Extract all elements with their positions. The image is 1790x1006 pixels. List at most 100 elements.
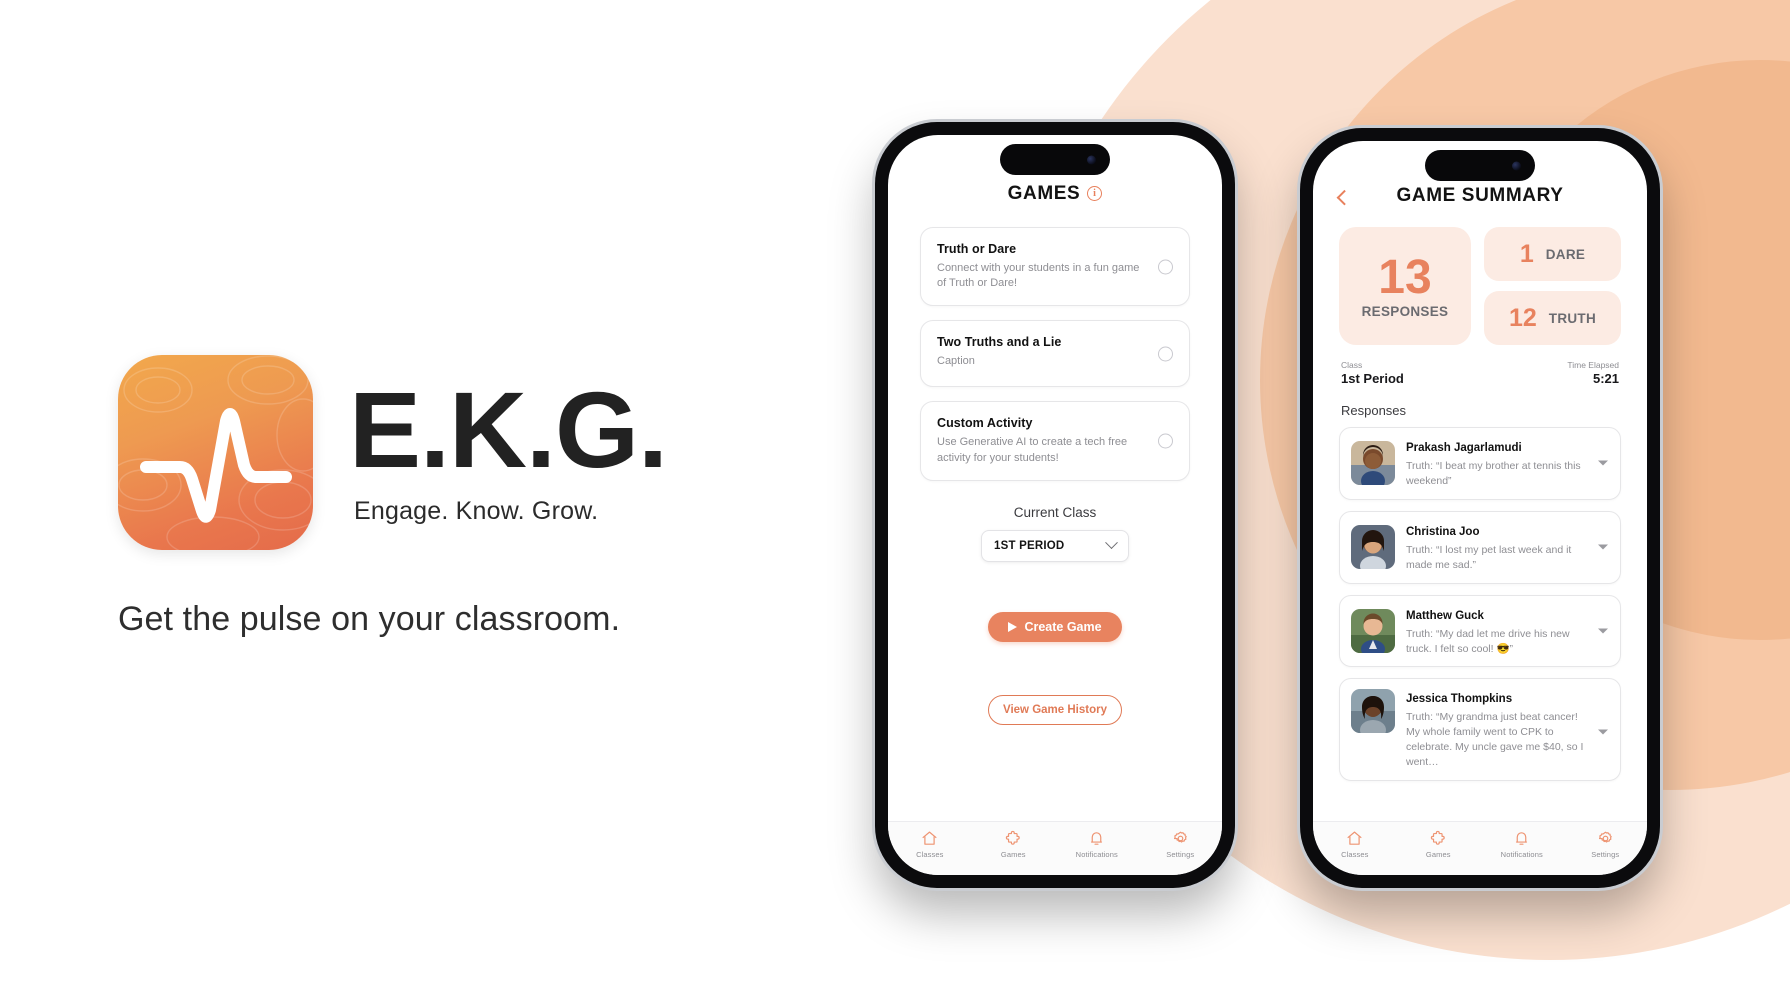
phone1-screen: GAMES i Truth or Dare Connect with your s… xyxy=(888,135,1222,875)
bell-icon xyxy=(1091,832,1103,845)
create-game-button[interactable]: Create Game xyxy=(988,611,1122,642)
view-game-history-button[interactable]: View Game History xyxy=(988,694,1122,725)
meta-class: Class 1st Period xyxy=(1341,360,1404,386)
student-photo xyxy=(1351,525,1395,570)
brand-title: E.K.G. xyxy=(349,368,668,490)
app-icon xyxy=(118,355,313,550)
meta-class-value: 1st Period xyxy=(1341,371,1404,386)
truth-label: TRUTH xyxy=(1548,310,1597,326)
game-title: Two Truths and a Lie xyxy=(937,335,1062,350)
dynamic-island xyxy=(1425,150,1535,181)
phone-mockup-games: GAMES i Truth or Dare Connect with your s… xyxy=(875,122,1235,888)
dare-label: DARE xyxy=(1545,246,1586,262)
game-card[interactable]: Custom Activity Use Generative AI to cre… xyxy=(920,401,1190,481)
tab-label: Settings xyxy=(1166,850,1195,859)
chevron-down-icon[interactable] xyxy=(1598,460,1608,466)
home-icon xyxy=(922,831,937,845)
game-card[interactable]: Truth or Dare Connect with your students… xyxy=(920,227,1190,307)
tab-label: Games xyxy=(1425,850,1451,859)
puzzle-icon xyxy=(1005,830,1020,845)
phone1-page-title: GAMES i xyxy=(888,183,1222,205)
summary-stats: 13 RESPONSES 1 DARE 12 TRUTH xyxy=(1313,227,1647,345)
phone2-tab-bar: Classes Games Notifications Settings xyxy=(1313,821,1647,875)
tab-label: Classes xyxy=(916,850,944,859)
student-photo xyxy=(1351,609,1395,654)
game-card[interactable]: Two Truths and a Lie Caption xyxy=(920,320,1190,388)
meta-time-key: Time Elapsed xyxy=(1567,360,1619,370)
tab-label: Settings xyxy=(1591,850,1620,859)
info-icon[interactable]: i xyxy=(1087,186,1103,202)
stat-dare: 1 DARE xyxy=(1484,227,1621,281)
response-name: Prakash Jagarlamudi xyxy=(1406,442,1522,454)
meta-time: Time Elapsed 5:21 xyxy=(1567,360,1619,386)
class-select-value: 1ST PERIOD xyxy=(994,539,1065,552)
responses-list: Prakash Jagarlamudi Truth: “I beat my br… xyxy=(1313,427,1647,782)
response-quote: Truth: “I beat my brother at tennis this… xyxy=(1406,460,1581,487)
avatar xyxy=(1351,689,1395,734)
tab-label: Notifications xyxy=(1500,850,1543,859)
stat-truth: 12 TRUTH xyxy=(1484,291,1621,345)
gear-icon xyxy=(1598,831,1612,843)
chevron-down-icon[interactable] xyxy=(1598,544,1608,550)
game-radio-button[interactable] xyxy=(1158,346,1173,362)
avatar xyxy=(1351,609,1395,654)
tab-classes[interactable]: Classes xyxy=(1313,830,1397,859)
games-list: Truth or Dare Connect with your students… xyxy=(888,227,1222,481)
game-title: Custom Activity xyxy=(937,416,1033,431)
meta-time-value: 5:21 xyxy=(1592,371,1619,386)
summary-meta: Class 1st Period Time Elapsed 5:21 xyxy=(1313,360,1647,386)
game-description: Use Generative AI to create a tech free … xyxy=(937,436,1128,464)
game-radio-button[interactable] xyxy=(1158,433,1173,449)
response-name: Matthew Guck xyxy=(1406,609,1484,622)
tab-label: Classes xyxy=(1341,850,1369,859)
phone-mockup-game-summary: GAME SUMMARY 13 RESPONSES 1 DARE 12 TRUT… xyxy=(1300,128,1660,888)
ekg-pulse-icon xyxy=(140,408,292,523)
response-quote: Truth: “My dad let me drive his new truc… xyxy=(1406,627,1570,655)
response-row[interactable]: Prakash Jagarlamudi Truth: “I beat my br… xyxy=(1339,427,1621,500)
student-photo xyxy=(1351,441,1395,486)
hero-block: E.K.G. Engage. Know. Grow. xyxy=(118,355,758,550)
brand-subtitle: Engage. Know. Grow. xyxy=(354,497,599,526)
response-quote: Truth: “My grandma just beat cancer! My … xyxy=(1406,711,1584,769)
view-game-history-label: View Game History xyxy=(1003,703,1107,716)
phone2-header: GAME SUMMARY xyxy=(1313,185,1647,207)
front-camera-icon xyxy=(1087,155,1096,164)
create-game-label: Create Game xyxy=(1024,619,1102,634)
class-select[interactable]: 1ST PERIOD xyxy=(981,529,1129,562)
tab-notifications[interactable]: Notifications xyxy=(1055,830,1139,859)
response-quote: Truth: “I lost my pet last week and it m… xyxy=(1406,543,1572,571)
home-icon xyxy=(1347,831,1362,845)
responses-heading: Responses xyxy=(1341,403,1407,418)
tab-notifications[interactable]: Notifications xyxy=(1480,830,1564,859)
phone2-screen: GAME SUMMARY 13 RESPONSES 1 DARE 12 TRUT… xyxy=(1313,141,1647,875)
tab-settings[interactable]: Settings xyxy=(1564,830,1648,859)
game-title: Truth or Dare xyxy=(937,242,1017,256)
tab-classes[interactable]: Classes xyxy=(888,830,972,859)
chevron-down-icon[interactable] xyxy=(1598,729,1608,735)
response-row[interactable]: Matthew Guck Truth: “My dad let me drive… xyxy=(1339,594,1621,668)
response-row[interactable]: Christina Joo Truth: “I lost my pet last… xyxy=(1339,510,1621,584)
responses-value: 13 xyxy=(1378,250,1432,304)
chevron-down-icon[interactable] xyxy=(1598,628,1608,634)
response-name: Christina Joo xyxy=(1406,525,1480,538)
tab-games[interactable]: Games xyxy=(1397,830,1481,859)
dare-value: 1 xyxy=(1519,239,1534,268)
response-row[interactable]: Jessica Thompkins Truth: “My grandma jus… xyxy=(1339,678,1621,782)
tab-games[interactable]: Games xyxy=(972,830,1056,859)
gear-icon xyxy=(1173,831,1187,843)
phone1-title-text: GAMES xyxy=(1007,183,1081,204)
tab-label: Games xyxy=(1000,850,1026,859)
game-radio-button[interactable] xyxy=(1158,259,1173,275)
avatar xyxy=(1351,441,1395,486)
responses-label: RESPONSES xyxy=(1361,303,1449,319)
wordmark: E.K.G. Engage. Know. Grow. xyxy=(349,368,668,527)
avatar xyxy=(1351,525,1395,570)
play-icon xyxy=(1008,621,1018,632)
tagline: Get the pulse on your classroom. xyxy=(118,600,621,638)
tab-settings[interactable]: Settings xyxy=(1139,830,1223,859)
student-photo xyxy=(1351,689,1395,734)
phone2-page-title: GAME SUMMARY xyxy=(1396,185,1564,206)
dynamic-island xyxy=(1000,144,1110,175)
bell-icon xyxy=(1516,832,1528,845)
game-description: Caption xyxy=(937,355,975,368)
